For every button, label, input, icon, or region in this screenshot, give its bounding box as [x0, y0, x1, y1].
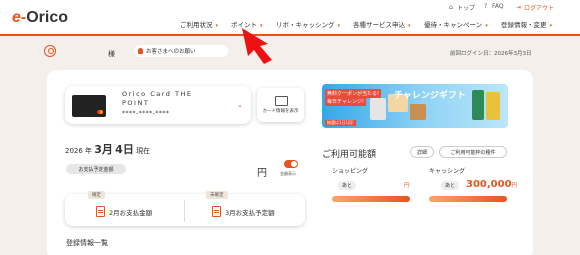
date-year: 2026 年	[65, 147, 93, 155]
nav-label: 登録情報・変更	[501, 21, 547, 29]
cashing-bar-fill	[429, 196, 507, 202]
toggle-label: 金額表示	[280, 171, 296, 176]
bell-icon	[138, 48, 143, 54]
nav-marker-icon: ▾	[549, 23, 553, 29]
cashing-unit: 円	[511, 183, 518, 189]
confirmed-label: 2月お支払金額	[109, 208, 153, 217]
date-day: 4日	[115, 143, 134, 156]
banner-footer: 抽選は1日1回!	[325, 120, 356, 126]
util-label: トップ	[457, 5, 476, 12]
nav-marker-icon: ▾	[215, 23, 219, 29]
unconfirmed-payment-link[interactable]: 3月お支払予定額	[212, 206, 275, 217]
user-avatar-icon	[44, 45, 56, 57]
limit-explanation-button[interactable]: ご利用可能枠の種件	[439, 146, 507, 158]
util-label: FAQ	[492, 3, 504, 10]
last-login: 前回ログイン日：2026年3月3日	[450, 51, 532, 57]
util-link-top[interactable]: ⌂ トップ	[449, 3, 475, 12]
registration-title: 登録情報一覧	[66, 239, 108, 247]
product-image	[472, 90, 484, 120]
site-header: e-Orico ⌂ トップ ? FAQ ⇥ ログアウト ご利用状況 ▾ ポイント ▾…	[0, 0, 580, 36]
payment-currency: 円	[257, 168, 267, 179]
divider	[184, 200, 185, 222]
nav-label: ご利用状況	[180, 21, 213, 29]
confirmed-payment-link[interactable]: 2月お支払金額	[96, 206, 152, 217]
cashing-value: 300,000円	[466, 179, 517, 190]
util-label: ログアウト	[524, 5, 555, 12]
document-icon	[96, 206, 105, 217]
date-month: 3月	[94, 143, 113, 156]
nav-marker-icon: ▾	[408, 23, 411, 29]
shopping-remaining-badge: あと	[338, 181, 357, 190]
shopping-bar-fill	[332, 196, 410, 202]
card-number: ****-****-****	[122, 110, 170, 117]
cashing-label: キャッシング	[429, 168, 466, 175]
logo-e: e-	[12, 9, 27, 26]
home-icon: ⌂	[449, 3, 453, 11]
unconfirmed-label: 3月お支払予定額	[225, 208, 275, 217]
shopping-value: 円	[404, 179, 410, 190]
nav-item-services[interactable]: 各種サービス申込 ▾	[353, 19, 411, 29]
scheduled-amount-pill: お支払予定金額	[66, 164, 126, 174]
question-icon: ?	[484, 2, 488, 10]
available-title: ご利用可能額	[322, 150, 377, 160]
orico-logo[interactable]: e-Orico	[12, 9, 68, 27]
red-arrow-icon	[242, 28, 272, 64]
date-suffix: 現在	[136, 147, 151, 155]
chevron-down-icon[interactable]: ⌄	[237, 101, 243, 109]
nav-marker-icon: ▾	[485, 23, 488, 29]
notice-button[interactable]: お客さまへのお願い	[134, 45, 228, 57]
amount-display-toggle[interactable]	[284, 160, 298, 168]
banner-line2: 毎日チャレンジ!	[325, 97, 366, 106]
logout-icon: ⇥	[516, 3, 522, 11]
nav-item-usage[interactable]: ご利用状況 ▾	[180, 19, 218, 29]
nav-label: リボ・キャッシング	[276, 21, 335, 29]
payment-date: 2026 年 3月 4日 現在	[65, 141, 150, 157]
nav-label: 各種サービス申込	[353, 21, 405, 29]
card-info-label: カード情報を表示	[262, 109, 299, 114]
card-info-button[interactable]: カード情報を表示	[257, 88, 304, 122]
banner-headline: チャレンジギフト	[394, 91, 466, 101]
nav-item-registration[interactable]: 登録情報・変更 ▾	[501, 19, 552, 29]
nav-item-campaign[interactable]: 優待・キャンペーン ▾	[424, 19, 488, 29]
nav-item-revo-cashing[interactable]: リボ・キャッシング ▾	[276, 19, 340, 29]
user-honorific: 様	[108, 50, 115, 58]
shopping-unit: 円	[404, 183, 410, 189]
logo-text: Orico	[26, 9, 69, 26]
product-image	[410, 104, 426, 120]
notice-label: お客さまへのお願い	[146, 49, 196, 55]
util-link-logout[interactable]: ⇥ ログアウト	[516, 3, 554, 12]
card-name: Orico Card THE POINT	[122, 90, 193, 107]
product-image	[486, 92, 500, 120]
cashing-remaining-badge: あと	[441, 181, 460, 190]
util-link-faq[interactable]: ? FAQ	[484, 3, 504, 10]
nav-label: 優待・キャンペーン	[424, 21, 483, 29]
confirmed-badge: 確定	[88, 191, 105, 199]
card-image	[72, 95, 106, 117]
nav-marker-icon: ▾	[337, 23, 341, 29]
unconfirmed-badge: 未確定	[206, 191, 228, 199]
cashing-amount: 300,000	[466, 179, 512, 190]
detail-button[interactable]: 詳細	[410, 146, 434, 158]
product-image	[370, 98, 386, 120]
shopping-label: ショッピング	[332, 168, 369, 175]
document-icon	[212, 206, 221, 217]
